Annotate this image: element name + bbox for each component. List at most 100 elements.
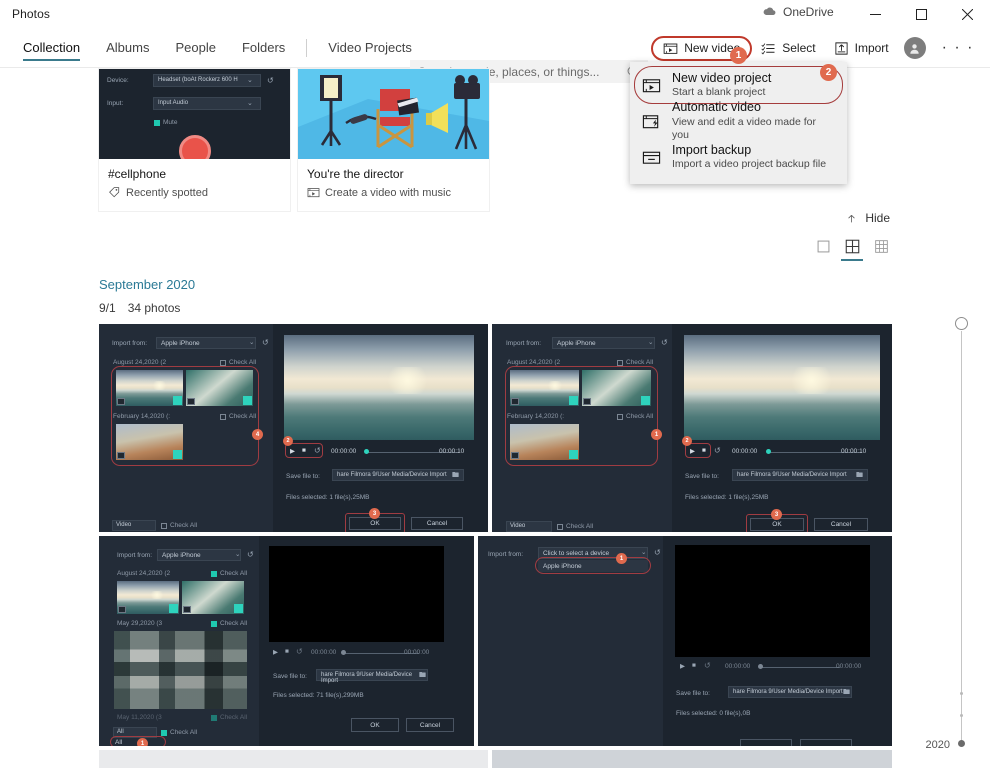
save-path-label: Save file to: <box>685 473 719 480</box>
save-path-label: Save file to: <box>286 473 320 480</box>
group-check-all[interactable]: Check All <box>211 620 247 627</box>
photo-partial-2[interactable] <box>492 750 892 768</box>
clip-thumbnail[interactable] <box>117 581 179 614</box>
device-option-apple-iphone[interactable]: Apple iPhone <box>538 560 648 572</box>
group-check-all[interactable]: Check All <box>617 413 653 420</box>
clip-thumbnail[interactable] <box>582 370 651 406</box>
bottom-check-all[interactable]: Check All <box>557 523 593 530</box>
clip-thumbnail[interactable] <box>510 424 579 460</box>
stop-icon[interactable]: ■ <box>702 447 706 454</box>
play-icon[interactable]: ▶ <box>273 648 278 656</box>
onedrive-status[interactable]: OneDrive <box>762 4 834 19</box>
photo-filmora-import-3[interactable]: Import from: Apple iPhone ⌄ ↺ August 24,… <box>99 536 474 746</box>
device-dropdown[interactable]: Apple iPhone <box>552 337 655 349</box>
creation-card-cellphone[interactable]: Device: Headset (boAt Rockerz 600 H ⌄ ↺ … <box>99 69 290 211</box>
group-check-all[interactable]: Check All <box>617 359 653 366</box>
clip-thumbnail[interactable] <box>116 370 183 406</box>
scrubber-handle[interactable] <box>955 317 968 330</box>
tab-folders[interactable]: Folders <box>229 28 298 68</box>
cancel-button[interactable]: Cancel <box>411 517 463 530</box>
close-button[interactable] <box>944 0 990 28</box>
save-path-field[interactable]: hare Filmora 9/User Media/Device Import <box>732 469 868 481</box>
bottom-check-all[interactable]: Check All <box>161 522 197 529</box>
save-path-field[interactable]: hare Filmora 9/User Media/Device Import <box>316 669 428 684</box>
stop-icon[interactable]: ■ <box>692 662 696 669</box>
step-badge: 2 <box>283 436 293 446</box>
view-small-grid-button[interactable] <box>872 237 890 255</box>
save-path-field[interactable]: hare Filmora 9/User Media/Device Import <box>728 686 852 698</box>
type-filter-dropdown[interactable]: Video <box>112 520 156 531</box>
device-dropdown[interactable]: Apple iPhone <box>156 337 256 349</box>
creation-card-title: You're the director <box>307 167 404 181</box>
view-medium-grid-button[interactable] <box>841 237 863 261</box>
tab-video-projects[interactable]: Video Projects <box>315 28 425 68</box>
clip-thumbnails-grid[interactable] <box>114 631 247 709</box>
view-single-button[interactable] <box>814 237 832 255</box>
hide-button[interactable]: Hide <box>845 211 890 225</box>
scrubber-endpoint[interactable] <box>958 740 965 747</box>
import-button[interactable]: Import <box>825 36 898 61</box>
creation-card-subtitle-row: Recently spotted <box>108 186 281 199</box>
ok-button[interactable]: OK <box>351 718 399 732</box>
device-dropdown[interactable]: Apple iPhone <box>157 549 241 561</box>
maximize-button[interactable] <box>898 0 944 28</box>
bottom-check-all[interactable]: Check All <box>161 729 197 736</box>
step-badge: 3 <box>369 508 380 519</box>
play-icon[interactable]: ▶ <box>690 447 695 455</box>
stop-icon[interactable]: ■ <box>302 447 306 454</box>
menu-item-import-backup[interactable]: Import backup Import a video project bac… <box>630 139 847 175</box>
replay-icon[interactable]: ↺ <box>296 647 303 656</box>
replay-icon[interactable]: ↺ <box>314 446 321 455</box>
onedrive-label: OneDrive <box>783 4 834 19</box>
group-month-header[interactable]: September 2020 <box>99 277 195 292</box>
minimize-button[interactable] <box>852 0 898 28</box>
chevron-down-icon: ⌄ <box>249 339 255 346</box>
time-total: 00:00:00 <box>404 649 430 656</box>
replay-icon[interactable]: ↺ <box>714 446 721 455</box>
replay-icon[interactable]: ↺ <box>704 661 711 670</box>
play-icon[interactable]: ▶ <box>680 662 685 670</box>
tab-albums[interactable]: Albums <box>93 28 162 68</box>
account-avatar[interactable] <box>903 37 926 59</box>
tab-collection[interactable]: Collection <box>10 28 93 68</box>
timeline-handle[interactable] <box>364 449 369 454</box>
select-button[interactable]: Select <box>752 36 824 61</box>
group-check-all[interactable]: Check All <box>211 570 247 577</box>
group-check-all[interactable]: Check All <box>220 413 256 420</box>
cancel-button[interactable]: Cancel <box>814 518 868 531</box>
year-scrubber[interactable]: 2020 <box>926 317 972 751</box>
play-icon[interactable]: ▶ <box>290 447 295 455</box>
type-filter-dropdown[interactable]: Video <box>506 521 552 532</box>
photo-filmora-import-4[interactable]: Import from: Click to select a device ⌄ … <box>478 536 892 746</box>
step-badge-1: 1 <box>730 47 747 64</box>
group-check-all[interactable]: Check All <box>220 359 256 366</box>
menu-item-new-video-project[interactable]: New video project Start a blank project <box>630 66 847 104</box>
ok-button[interactable] <box>740 739 792 746</box>
folder-icon[interactable]: 🖿 <box>856 471 863 482</box>
device-dropdown[interactable]: Click to select a device <box>538 547 648 559</box>
stop-icon[interactable]: ■ <box>285 648 289 655</box>
cancel-button[interactable] <box>800 739 852 746</box>
timeline-handle[interactable] <box>341 650 346 655</box>
more-options-button[interactable]: · · · <box>932 39 984 57</box>
creation-card-director[interactable]: You're the director Create a video with … <box>298 69 489 211</box>
clip-thumbnail[interactable] <box>182 581 244 614</box>
photo-filmora-import-1[interactable]: Import from: Apple iPhone ⌄ ↺ August 24,… <box>99 324 488 532</box>
menu-item-automatic-video[interactable]: Automatic video View and edit a video ma… <box>630 100 847 141</box>
clip-thumbnail[interactable] <box>116 424 183 460</box>
type-filter-option[interactable]: All <box>115 739 122 746</box>
folder-icon[interactable]: 🖿 <box>419 671 426 682</box>
type-filter-dropdown[interactable]: All <box>113 727 157 738</box>
tab-people-label: People <box>175 40 216 55</box>
photo-filmora-import-2[interactable]: Import from: Apple iPhone ⌄ ↺ August 24,… <box>492 324 892 532</box>
timeline-handle[interactable] <box>766 449 771 454</box>
folder-icon[interactable]: 🖿 <box>452 471 459 482</box>
tab-people[interactable]: People <box>162 28 228 68</box>
save-path-field[interactable]: hare Filmora 9/User Media/Device Import <box>332 469 464 481</box>
clip-thumbnail[interactable] <box>186 370 253 406</box>
folder-icon[interactable]: 🖿 <box>843 688 850 699</box>
clip-thumbnail[interactable] <box>510 370 579 406</box>
timeline-handle[interactable] <box>758 664 763 669</box>
photo-partial-1[interactable] <box>99 750 488 768</box>
cancel-button[interactable]: Cancel <box>406 718 454 732</box>
